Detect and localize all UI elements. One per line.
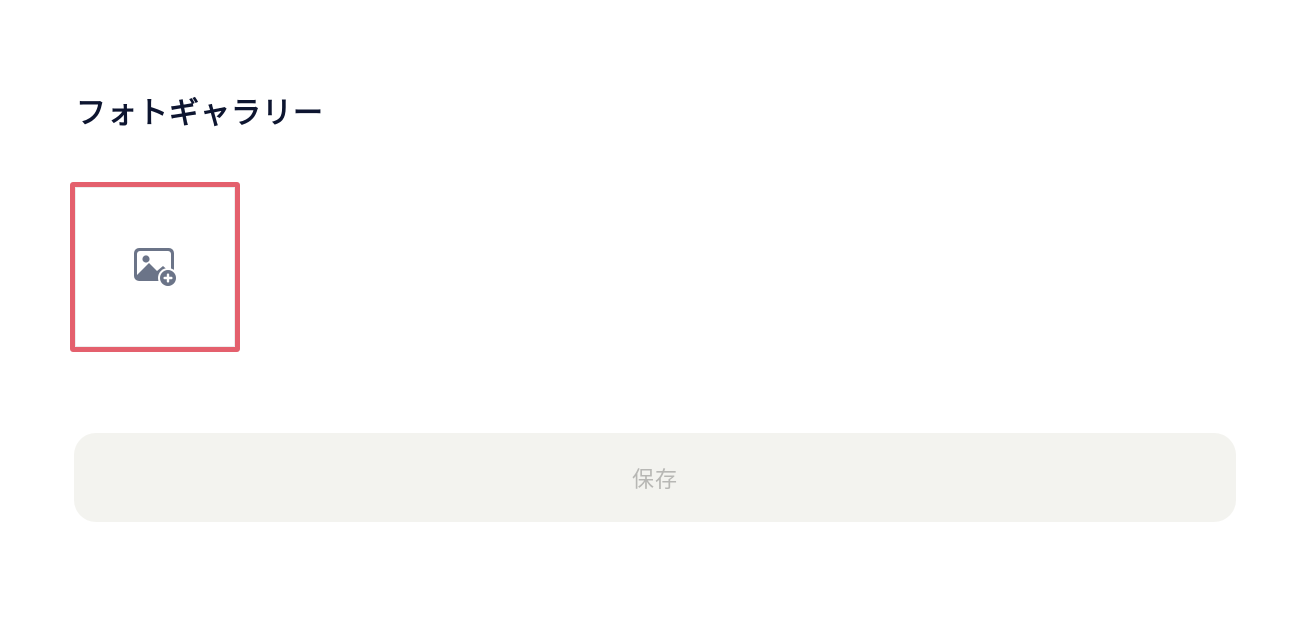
image-add-icon — [134, 248, 178, 288]
section-title: フォトギャラリー — [76, 96, 324, 131]
add-photo-button[interactable] — [70, 182, 240, 352]
photo-gallery-page: フォトギャラリー 保存 — [0, 0, 1294, 622]
save-button[interactable]: 保存 — [74, 433, 1236, 522]
